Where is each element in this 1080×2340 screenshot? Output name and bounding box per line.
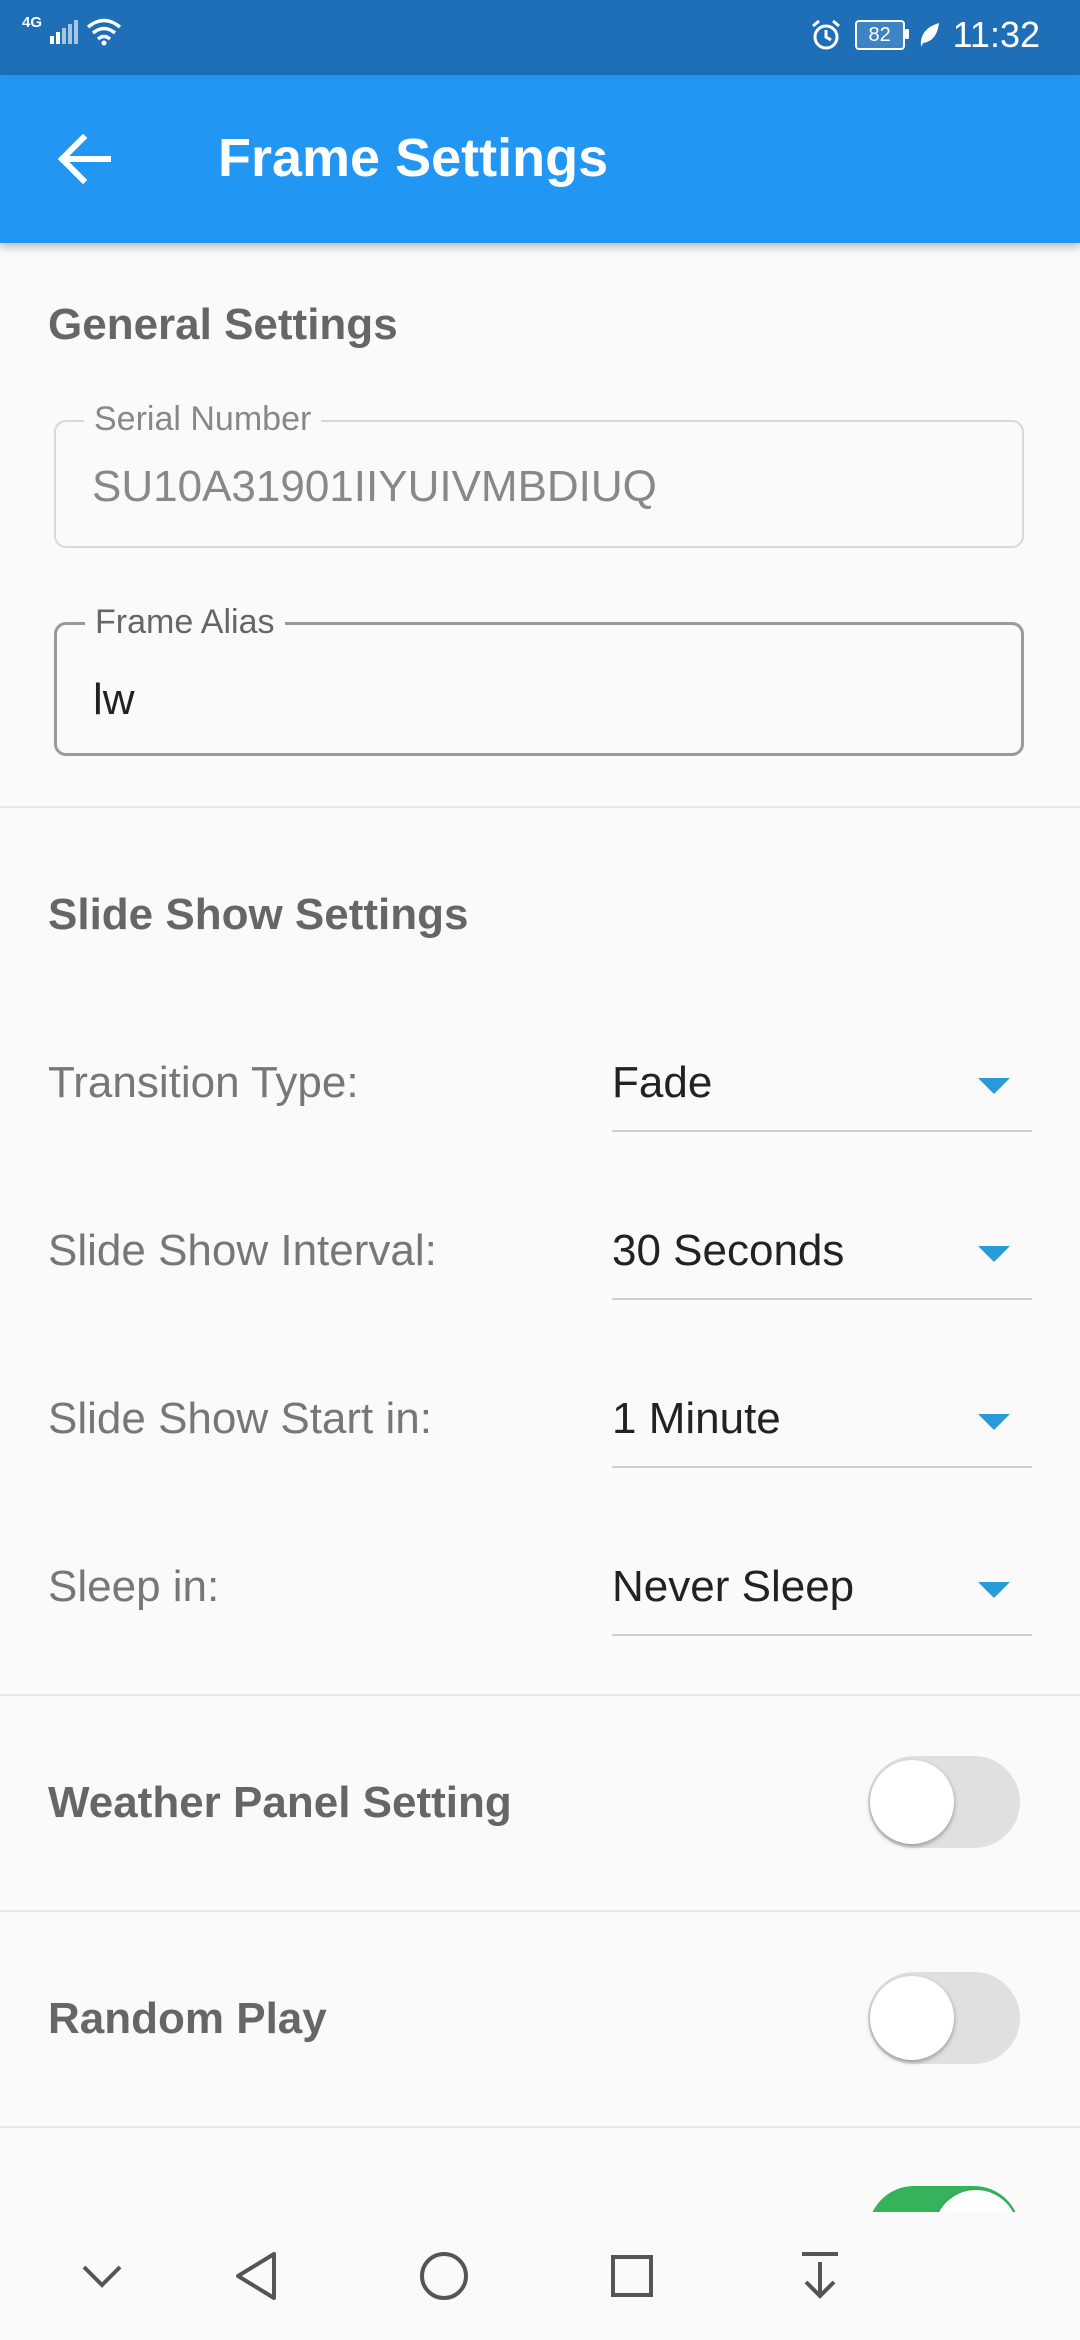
slide-show-interval-value: 30 Seconds (612, 1226, 845, 1275)
frame-alias-field[interactable]: Frame Alias lw (54, 603, 1024, 756)
random-play-toggle[interactable] (868, 1972, 1020, 2064)
page-title: Frame Settings (218, 128, 609, 188)
random-play-label: Random Play (48, 1994, 327, 2043)
leaf-icon (920, 23, 939, 47)
weather-panel-label: Weather Panel Setting (48, 1778, 512, 1827)
serial-number-field: Serial Number SU10A31901IIYUIVMBDIUQ (54, 400, 1024, 548)
slide-show-interval-dropdown[interactable]: 30 Seconds (612, 1210, 1032, 1300)
divider (0, 1910, 1080, 1912)
wifi-icon (86, 18, 122, 46)
nav-home-button[interactable] (412, 2244, 476, 2308)
divider (0, 2126, 1080, 2128)
signal-icon (50, 20, 79, 44)
transition-type-label: Transition Type: (48, 1058, 359, 1107)
dropdown-arrow-icon (978, 1414, 1010, 1430)
network-type: 4G (22, 13, 43, 31)
pull-down-icon (802, 2252, 838, 2299)
divider (0, 806, 1080, 808)
slide-show-start-label: Slide Show Start in: (48, 1394, 432, 1443)
dropdown-arrow-icon (978, 1246, 1010, 1262)
status-bar: 4G 82 11:32 (0, 0, 1080, 75)
general-settings-title: General Settings (48, 300, 398, 349)
status-left: 4G (22, 14, 122, 46)
toggle-knob (870, 1760, 954, 1844)
system-navigation-bar (0, 2212, 1080, 2340)
nav-collapse-button[interactable] (70, 2244, 134, 2308)
sleep-in-dropdown[interactable]: Never Sleep (612, 1546, 1032, 1636)
frame-alias-input[interactable]: lw (93, 675, 135, 725)
square-recents-icon (611, 2255, 653, 2297)
weather-panel-toggle[interactable] (868, 1756, 1020, 1848)
frame-alias-label: Frame Alias (85, 603, 285, 642)
dropdown-arrow-icon (978, 1078, 1010, 1094)
divider (0, 1694, 1080, 1696)
serial-number-value: SU10A31901IIYUIVMBDIUQ (92, 462, 657, 511)
circle-home-icon (420, 2252, 468, 2300)
slide-show-start-dropdown[interactable]: 1 Minute (612, 1378, 1032, 1468)
app-bar: Frame Settings (0, 75, 1080, 243)
clock: 11:32 (952, 14, 1040, 55)
back-button[interactable] (48, 123, 120, 195)
back-arrow-icon (57, 134, 111, 184)
slide-show-start-value: 1 Minute (612, 1394, 781, 1443)
toggle-knob (870, 1976, 954, 2060)
battery-indicator: 82 (854, 20, 909, 50)
sleep-in-value: Never Sleep (612, 1562, 855, 1611)
transition-type-dropdown[interactable]: Fade (612, 1042, 1032, 1132)
nav-recents-button[interactable] (600, 2244, 664, 2308)
serial-number-label: Serial Number (84, 400, 322, 439)
transition-type-value: Fade (612, 1058, 713, 1107)
nav-notifications-button[interactable] (788, 2244, 852, 2308)
triangle-back-icon (236, 2252, 276, 2300)
nav-back-button[interactable] (224, 2244, 288, 2308)
alarm-icon (811, 19, 840, 50)
sleep-in-label: Sleep in: (48, 1562, 220, 1611)
status-right: 82 11:32 (809, 14, 1040, 56)
slide-show-settings-title: Slide Show Settings (48, 890, 469, 939)
dropdown-arrow-icon (978, 1582, 1010, 1598)
slide-show-interval-label: Slide Show Interval: (48, 1226, 437, 1275)
chevron-down-icon (82, 2265, 122, 2288)
